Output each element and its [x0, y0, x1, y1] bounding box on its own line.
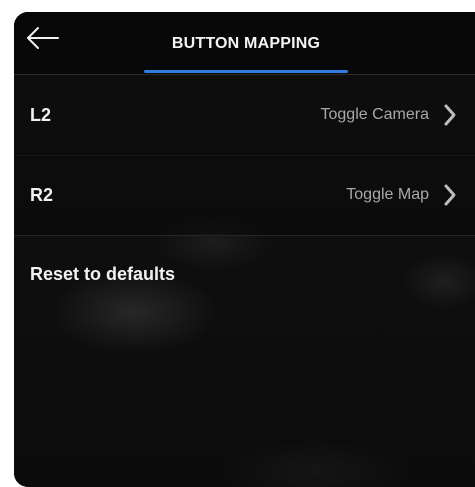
arrow-left-icon	[27, 27, 59, 49]
chevron-right-icon	[444, 104, 456, 126]
mapping-row-l2[interactable]: L2 Toggle Camera	[14, 75, 475, 156]
page-title: BUTTON MAPPING	[171, 35, 321, 52]
back-button[interactable]	[24, 24, 60, 52]
header-bar: BUTTON MAPPING	[14, 12, 475, 75]
button-mapping-panel: BUTTON MAPPING L2 Toggle Camera R2 Toggl…	[14, 12, 475, 487]
mapping-button-label: L2	[30, 105, 52, 125]
mapping-button-label: R2	[30, 185, 54, 205]
mapping-action-value: Toggle Camera	[320, 106, 430, 123]
chevron-right-icon	[444, 184, 456, 206]
reset-to-defaults-button[interactable]: Reset to defaults	[30, 259, 175, 289]
mapping-action-value: Toggle Map	[346, 186, 429, 203]
active-tab-indicator	[144, 70, 348, 73]
mapping-row-r2[interactable]: R2 Toggle Map	[14, 155, 475, 236]
